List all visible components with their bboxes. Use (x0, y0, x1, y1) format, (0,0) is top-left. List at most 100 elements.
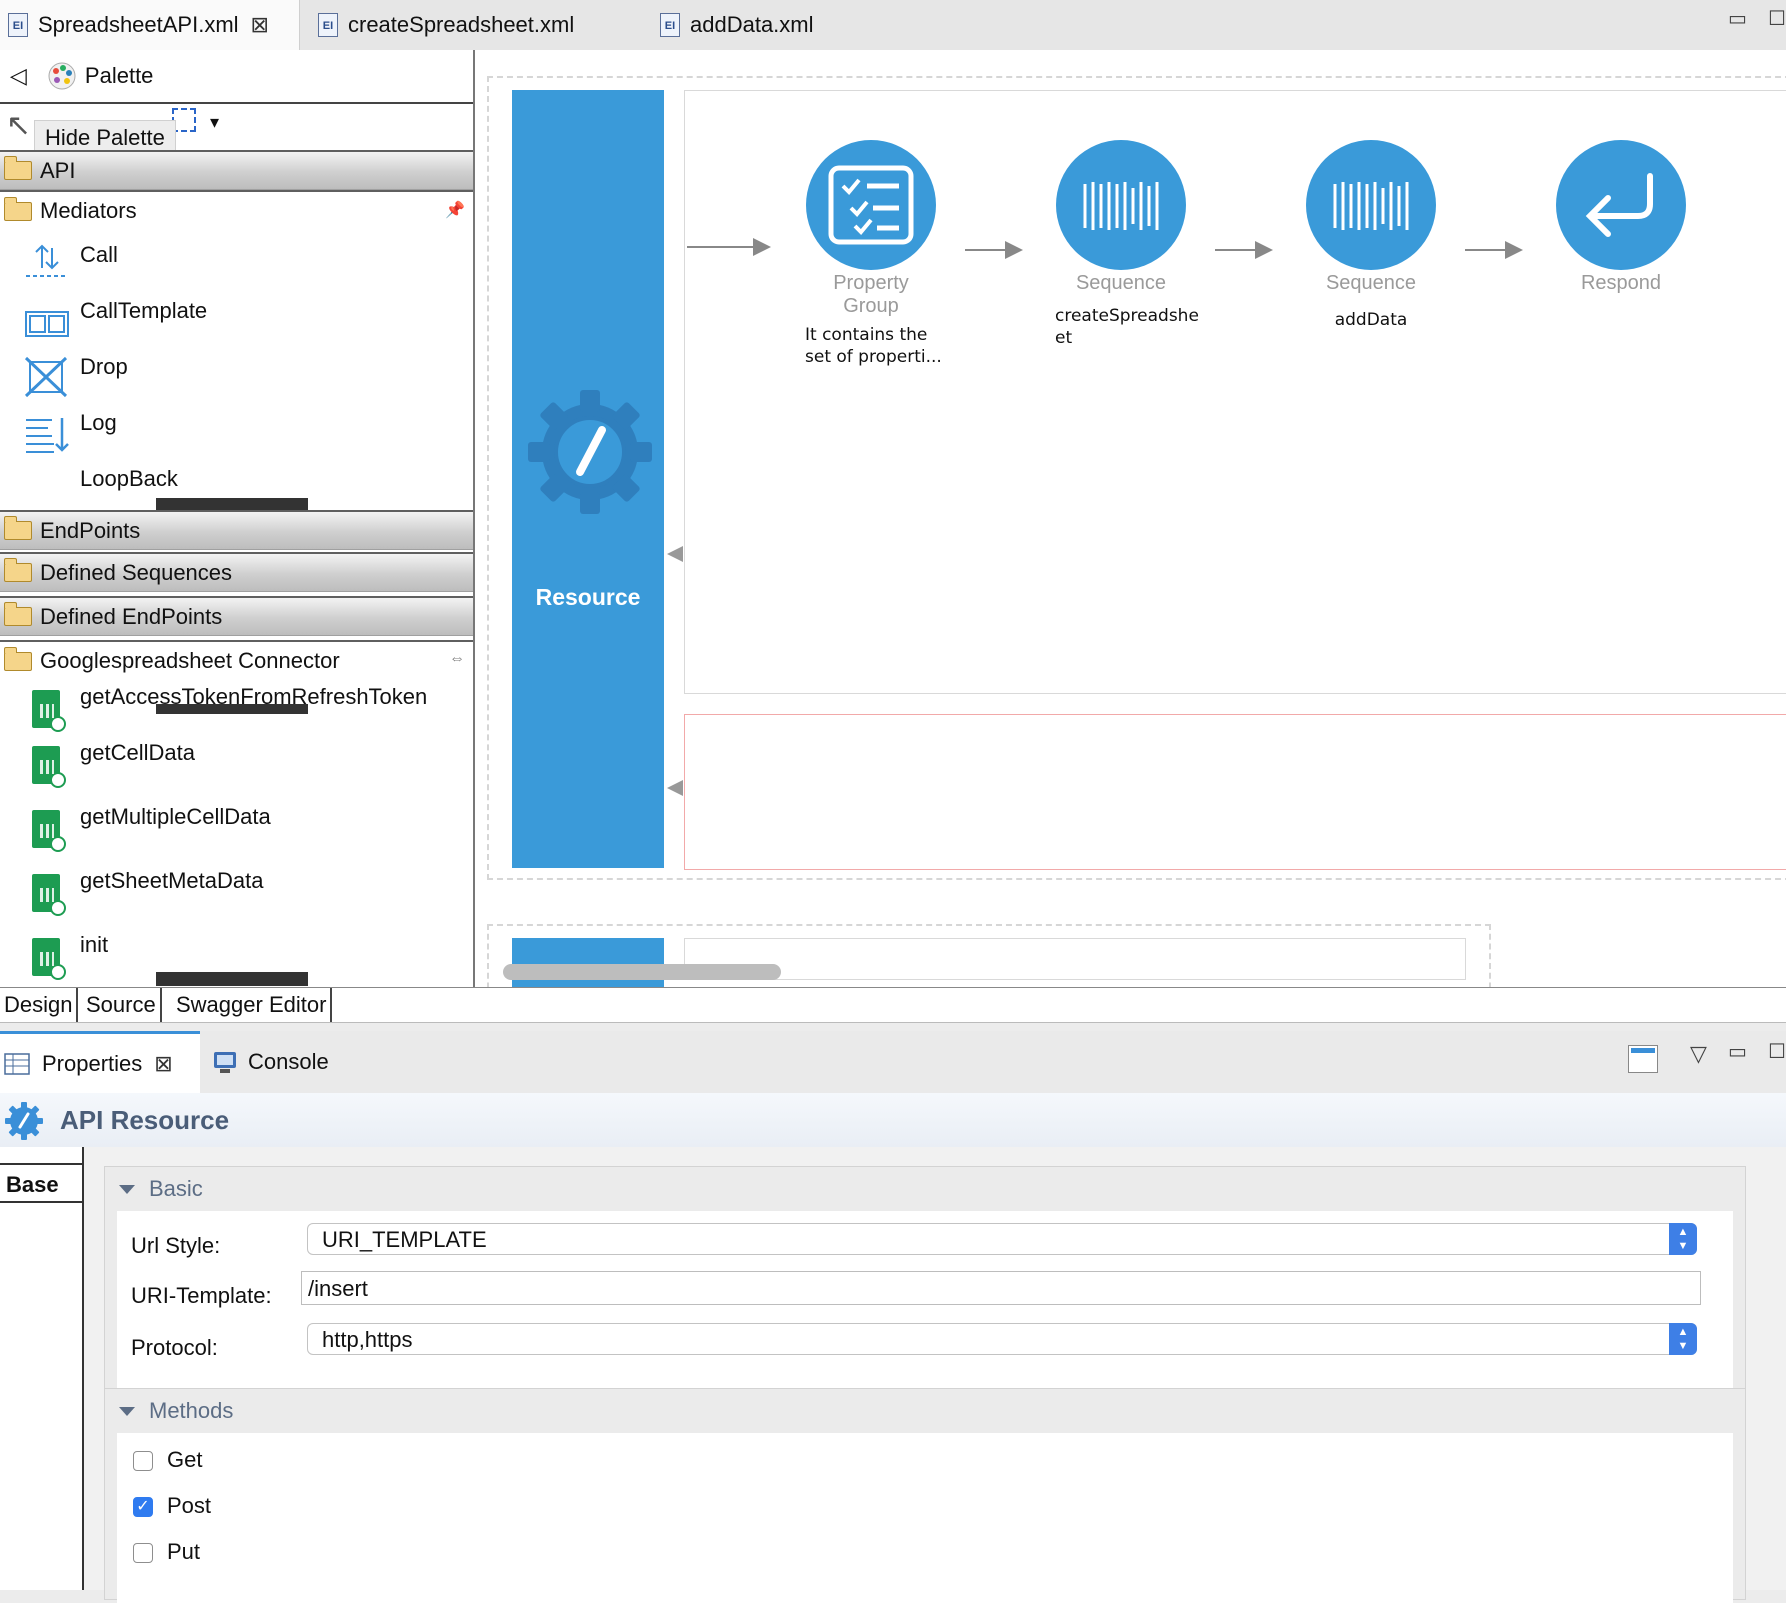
tab-adddata[interactable]: EI addData.xml (660, 0, 814, 50)
resource-block[interactable]: Resource (512, 90, 664, 868)
node-property-group[interactable]: Property Group It contains the set of pr… (805, 140, 942, 368)
horizontal-scrollbar[interactable] (503, 964, 781, 980)
minimize-icon[interactable]: ▭ (1728, 1039, 1747, 1064)
close-icon[interactable]: ⊠ (251, 12, 269, 38)
uri-template-label: URI-Template: (131, 1283, 272, 1308)
checklist-icon (806, 140, 936, 270)
palette-item-getcelldata[interactable]: getCellData (0, 740, 460, 796)
pin-icon[interactable]: 📌 (445, 200, 465, 220)
properties-view: Properties ⊠ Console ▽ ▭ ☐ API Resource … (0, 1031, 1786, 1603)
node-type-label: Respond (1580, 272, 1662, 294)
scroll-down-indicator[interactable] (156, 972, 308, 986)
section-basic-header[interactable]: Basic (105, 1167, 1745, 1211)
select-tool-icon[interactable]: ↖ (6, 108, 31, 143)
collapse-arrow-icon[interactable]: ◁ (10, 63, 27, 89)
side-tab-base[interactable]: Base (0, 1163, 82, 1203)
minimize-icon[interactable]: ▭ (1728, 6, 1747, 31)
maximize-icon[interactable]: ☐ (1768, 6, 1786, 31)
palette-item-call[interactable]: Call (0, 232, 460, 288)
item-label: LoopBack (80, 466, 178, 491)
palette-category-api[interactable]: API (0, 150, 473, 190)
category-label: Googlespreadsheet Connector (40, 648, 340, 673)
second-sequence-box (684, 938, 1466, 980)
view-menu-icon[interactable]: ▽ (1690, 1041, 1707, 1067)
design-canvas[interactable]: Resource Property Group It contains the … (475, 50, 1786, 987)
pin-icon[interactable]: ⇔ (449, 650, 465, 668)
pin-view-icon[interactable] (1628, 1045, 1658, 1073)
post-checkbox[interactable]: ✓ (133, 1497, 153, 1517)
post-label: Post (167, 1493, 212, 1518)
tab-source[interactable]: Source (82, 988, 162, 1022)
xml-file-icon: EI (8, 13, 28, 37)
view-tab-bar: Properties ⊠ Console ▽ ▭ ☐ (0, 1031, 1786, 1094)
spreadsheet-icon (32, 746, 66, 788)
category-label: API (40, 157, 76, 183)
folder-icon (4, 516, 32, 540)
tab-properties[interactable]: Properties ⊠ (0, 1031, 200, 1093)
tab-createspreadsheet[interactable]: EI createSpreadsheet.xml (318, 0, 574, 50)
tab-label: SpreadsheetAPI.xml (38, 12, 239, 37)
palette-category-defined-sequences[interactable]: Defined Sequences (0, 552, 473, 592)
category-label: Mediators (40, 198, 137, 223)
expand-triangle-icon[interactable] (119, 1184, 135, 1194)
expand-triangle-icon[interactable] (119, 1406, 135, 1416)
node-respond[interactable]: Respond (1555, 140, 1687, 295)
xml-file-icon: EI (660, 13, 680, 37)
palette-category-googlespreadsheet[interactable]: Googlespreadsheet Connector ⇔ (0, 640, 473, 680)
dropdown-icon[interactable]: ▾ (210, 112, 219, 133)
put-label: Put (167, 1539, 201, 1564)
flow-arrow (1215, 241, 1273, 259)
uri-template-input[interactable]: /insert (301, 1271, 1701, 1305)
folder-icon (4, 196, 32, 221)
tab-label: createSpreadsheet.xml (348, 12, 575, 37)
scroll-up-indicator[interactable] (156, 704, 308, 714)
spreadsheet-icon (32, 690, 66, 732)
properties-icon (4, 1052, 30, 1075)
close-icon[interactable]: ⊠ (154, 1051, 172, 1077)
palette-item-getmultiplecelldata[interactable]: getMultipleCellData (0, 804, 460, 860)
calltemplate-icon (25, 311, 69, 337)
palette-item-drop[interactable]: Drop (0, 344, 460, 400)
node-type-label: Sequence (1075, 272, 1167, 294)
protocol-select[interactable]: http,https ▲ ▼ (307, 1323, 1697, 1355)
palette-item-getsheetmetadata[interactable]: getSheetMetaData (0, 868, 460, 924)
api-resource-gear-icon (5, 1102, 43, 1140)
tab-design[interactable]: Design (0, 988, 79, 1022)
palette-item-log[interactable]: Log (0, 400, 460, 456)
get-checkbox[interactable] (133, 1451, 153, 1471)
item-label: init (80, 932, 109, 957)
flow-arrow (965, 241, 1023, 259)
fault-arrow-marker (667, 780, 683, 796)
put-checkbox[interactable] (133, 1543, 153, 1563)
node-description: addData (1334, 310, 1408, 330)
palette-category-mediators[interactable]: Mediators 📌 (0, 190, 473, 230)
category-label: Defined Sequences (40, 559, 233, 585)
palette-item-loopback[interactable]: LoopBack (0, 456, 460, 496)
tab-swagger-editor[interactable]: Swagger Editor (172, 988, 333, 1022)
spreadsheet-icon (32, 810, 66, 852)
folder-icon (4, 156, 32, 180)
tab-label: Console (248, 1049, 329, 1074)
xml-file-icon: EI (318, 13, 338, 37)
node-sequence-createspreadsheet[interactable]: Sequence createSpreadshe et (1055, 140, 1199, 349)
maximize-icon[interactable]: ☐ (1768, 1039, 1786, 1064)
node-type-label: Property Group (833, 272, 909, 317)
palette-category-defined-endpoints[interactable]: Defined EndPoints (0, 596, 473, 636)
side-tab-column: Base (0, 1147, 84, 1590)
url-style-select[interactable]: URI_TEMPLATE ▲ ▼ (307, 1223, 1697, 1255)
palette-header: ◁ Palette (0, 50, 473, 104)
node-sequence-adddata[interactable]: Sequence addData (1305, 140, 1437, 331)
tab-spreadsheetapi[interactable]: EI SpreadsheetAPI.xml ⊠ (0, 0, 300, 50)
fault-sequence-box[interactable] (684, 714, 1786, 870)
palette-item-calltemplate[interactable]: CallTemplate (0, 288, 460, 344)
log-icon (26, 418, 69, 453)
category-label: Defined EndPoints (40, 603, 223, 629)
tab-console[interactable]: Console (212, 1031, 329, 1093)
in-arrow-marker (667, 546, 683, 562)
section-methods-header[interactable]: Methods (105, 1389, 1745, 1433)
tab-label: addData.xml (690, 12, 814, 37)
resource-label: Resource (535, 584, 641, 610)
tab-label: Properties (42, 1050, 143, 1076)
protocol-label: Protocol: (131, 1335, 218, 1360)
palette-category-endpoints[interactable]: EndPoints (0, 510, 473, 550)
